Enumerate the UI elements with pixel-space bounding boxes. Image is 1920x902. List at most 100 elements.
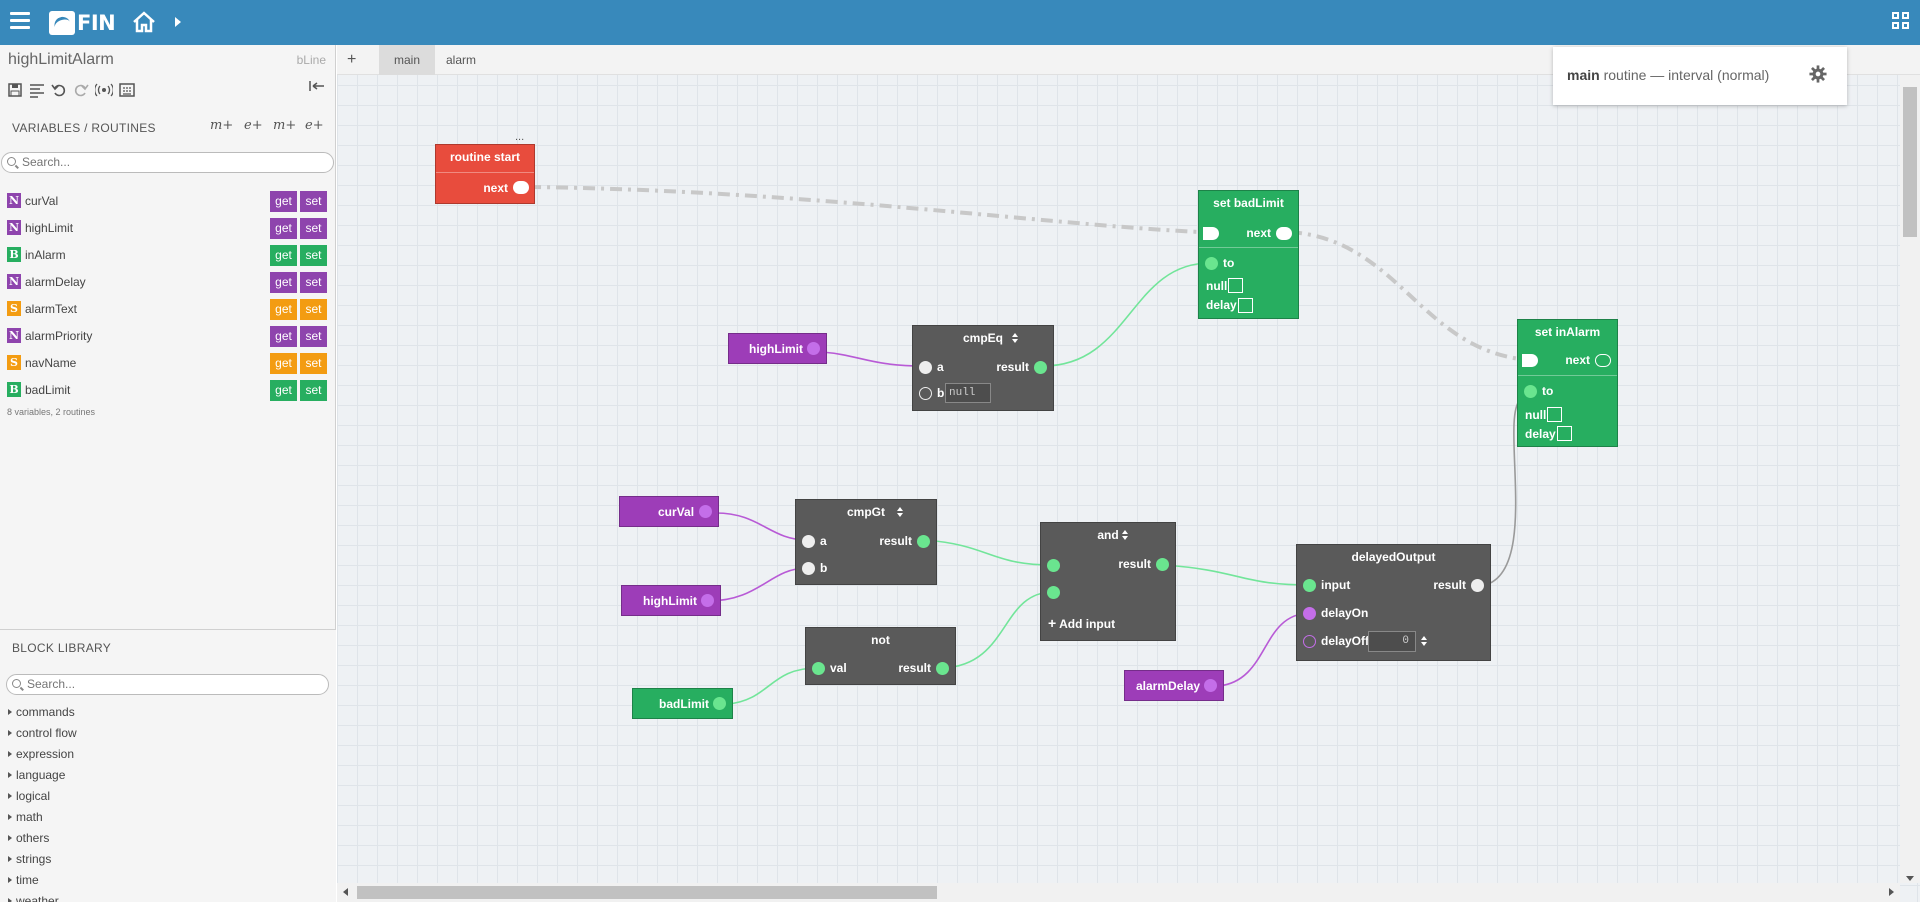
block-category-item[interactable]: others — [6, 828, 77, 849]
and-sort-icon[interactable] — [1122, 530, 1128, 540]
cmpgt-b-port[interactable] — [802, 562, 815, 575]
variable-set-button[interactable]: set — [300, 191, 327, 212]
scroll-down-arrow-icon[interactable] — [1906, 876, 1914, 881]
routine-canvas[interactable] — [337, 45, 1920, 902]
horizontal-scroll-thumb[interactable] — [357, 886, 937, 899]
set-badlimit-block[interactable]: set badLimit next to null delay — [1198, 190, 1299, 319]
variable-set-button[interactable]: set — [300, 299, 327, 320]
delayedoutput-delayoff-port[interactable] — [1303, 635, 1316, 648]
add-expression-routine-button[interactable]: e+ — [305, 118, 324, 133]
home-icon[interactable] — [132, 11, 156, 33]
cmpeq-a-port[interactable] — [919, 361, 932, 374]
and-input-2-port[interactable] — [1047, 586, 1060, 599]
variables-search-input[interactable] — [22, 155, 302, 169]
variable-set-button[interactable]: set — [300, 272, 327, 293]
var-block-highlimit-port[interactable] — [807, 342, 820, 355]
block-category-item[interactable]: expression — [6, 744, 77, 765]
var-block-highlimit-2[interactable]: highLimit — [621, 585, 721, 616]
variable-set-button[interactable]: set — [300, 353, 327, 374]
cmpeq-result-port[interactable] — [1034, 361, 1047, 374]
tab-alarm[interactable]: alarm — [431, 45, 491, 75]
delayoff-spinner-icon[interactable] — [1421, 636, 1427, 646]
variable-get-button[interactable]: get — [270, 380, 297, 401]
set-badlimit-delay-checkbox[interactable] — [1238, 298, 1253, 313]
variable-set-button[interactable]: set — [300, 380, 327, 401]
block-category-item[interactable]: logical — [6, 786, 77, 807]
variable-set-button[interactable]: set — [300, 326, 327, 347]
cmpeq-sort-icon[interactable] — [1012, 333, 1018, 343]
add-macro-routine-button[interactable]: m+ — [273, 118, 296, 133]
collapse-panel-icon[interactable] — [309, 80, 325, 92]
variable-get-button[interactable]: get — [270, 326, 297, 347]
block-category-item[interactable]: commands — [6, 702, 77, 723]
var-block-curval-port[interactable] — [699, 505, 712, 518]
variable-set-button[interactable]: set — [300, 245, 327, 266]
and-result-port[interactable] — [1156, 558, 1169, 571]
delayedoutput-result-port[interactable] — [1471, 579, 1484, 592]
var-block-alarmdelay-port[interactable] — [1204, 679, 1217, 692]
block-library-search[interactable] — [6, 674, 329, 695]
variable-get-button[interactable]: get — [270, 272, 297, 293]
scroll-right-arrow-icon[interactable] — [1889, 888, 1894, 896]
set-inalarm-delay-checkbox[interactable] — [1557, 426, 1572, 441]
and-add-input-button[interactable]: + Add input — [1048, 615, 1115, 631]
not-block[interactable]: not val result — [805, 627, 956, 685]
variable-get-button[interactable]: get — [270, 218, 297, 239]
set-inalarm-null-checkbox[interactable] — [1547, 407, 1562, 422]
var-block-badlimit-port[interactable] — [713, 697, 726, 710]
gear-icon[interactable] — [1809, 65, 1827, 83]
block-category-item[interactable]: control flow — [6, 723, 77, 744]
routine-start-block[interactable]: routine start next — [435, 144, 535, 204]
block-library-search-input[interactable] — [27, 677, 307, 691]
block-category-item[interactable]: time — [6, 870, 77, 891]
var-block-highlimit[interactable]: highLimit — [728, 333, 827, 364]
cmpgt-sort-icon[interactable] — [897, 507, 903, 517]
block-category-item[interactable]: math — [6, 807, 77, 828]
variable-row[interactable]: BbadLimit get set — [0, 377, 336, 404]
variable-get-button[interactable]: get — [270, 191, 297, 212]
block-category-item[interactable]: strings — [6, 849, 77, 870]
add-macro-button[interactable]: m+ — [210, 118, 233, 133]
variable-row[interactable]: NalarmPriority get set — [0, 323, 336, 350]
set-badlimit-in-port[interactable] — [1203, 227, 1219, 240]
canvas-horizontal-scrollbar[interactable] — [337, 883, 1900, 902]
add-expression-button[interactable]: e+ — [244, 118, 263, 133]
canvas-vertical-scrollbar[interactable] — [1900, 75, 1920, 883]
var-block-curval[interactable]: curVal — [619, 496, 719, 527]
fin-logo[interactable]: FIN — [49, 10, 116, 36]
vertical-scroll-thumb[interactable] — [1903, 87, 1917, 237]
block-category-item[interactable]: language — [6, 765, 77, 786]
variable-row[interactable]: NalarmDelay get set — [0, 269, 336, 296]
variable-row[interactable]: SnavName get set — [0, 350, 336, 377]
and-input-1-port[interactable] — [1047, 559, 1060, 572]
routine-start-next-port[interactable] — [513, 181, 529, 194]
variable-row[interactable]: SalarmText get set — [0, 296, 336, 323]
delayedoutput-block[interactable]: delayedOutput input result delayOn delay… — [1296, 544, 1491, 661]
var-block-badlimit[interactable]: badLimit — [632, 688, 733, 719]
save-icon[interactable] — [7, 82, 23, 98]
variable-row[interactable]: NhighLimit get set — [0, 215, 336, 242]
format-icon[interactable] — [29, 82, 45, 98]
variable-set-button[interactable]: set — [300, 218, 327, 239]
variable-row[interactable]: BinAlarm get set — [0, 242, 336, 269]
variable-get-button[interactable]: get — [270, 299, 297, 320]
not-val-port[interactable] — [812, 662, 825, 675]
variable-get-button[interactable]: get — [270, 353, 297, 374]
apps-grid-icon[interactable] — [1892, 12, 1910, 30]
set-badlimit-null-checkbox[interactable] — [1228, 278, 1243, 293]
cmpeq-block[interactable]: cmpEq a result b null — [912, 325, 1054, 411]
broadcast-icon[interactable] — [95, 82, 113, 98]
set-inalarm-next-port[interactable] — [1595, 354, 1611, 367]
redo-icon[interactable] — [73, 82, 89, 98]
var-block-highlimit-2-port[interactable] — [701, 594, 714, 607]
delayedoutput-delayoff-field[interactable]: 0 — [1368, 631, 1416, 652]
var-block-alarmdelay[interactable]: alarmDelay — [1124, 670, 1224, 701]
block-category-item[interactable]: weather — [6, 891, 77, 902]
cmpgt-block[interactable]: cmpGt a result b — [795, 499, 937, 585]
set-badlimit-to-port[interactable] — [1205, 257, 1218, 270]
add-tab-button[interactable]: + — [347, 51, 356, 69]
calculator-icon[interactable] — [119, 82, 135, 98]
cmpgt-a-port[interactable] — [802, 535, 815, 548]
undo-icon[interactable] — [51, 82, 67, 98]
set-inalarm-block[interactable]: set inAlarm next to null delay — [1517, 319, 1618, 447]
